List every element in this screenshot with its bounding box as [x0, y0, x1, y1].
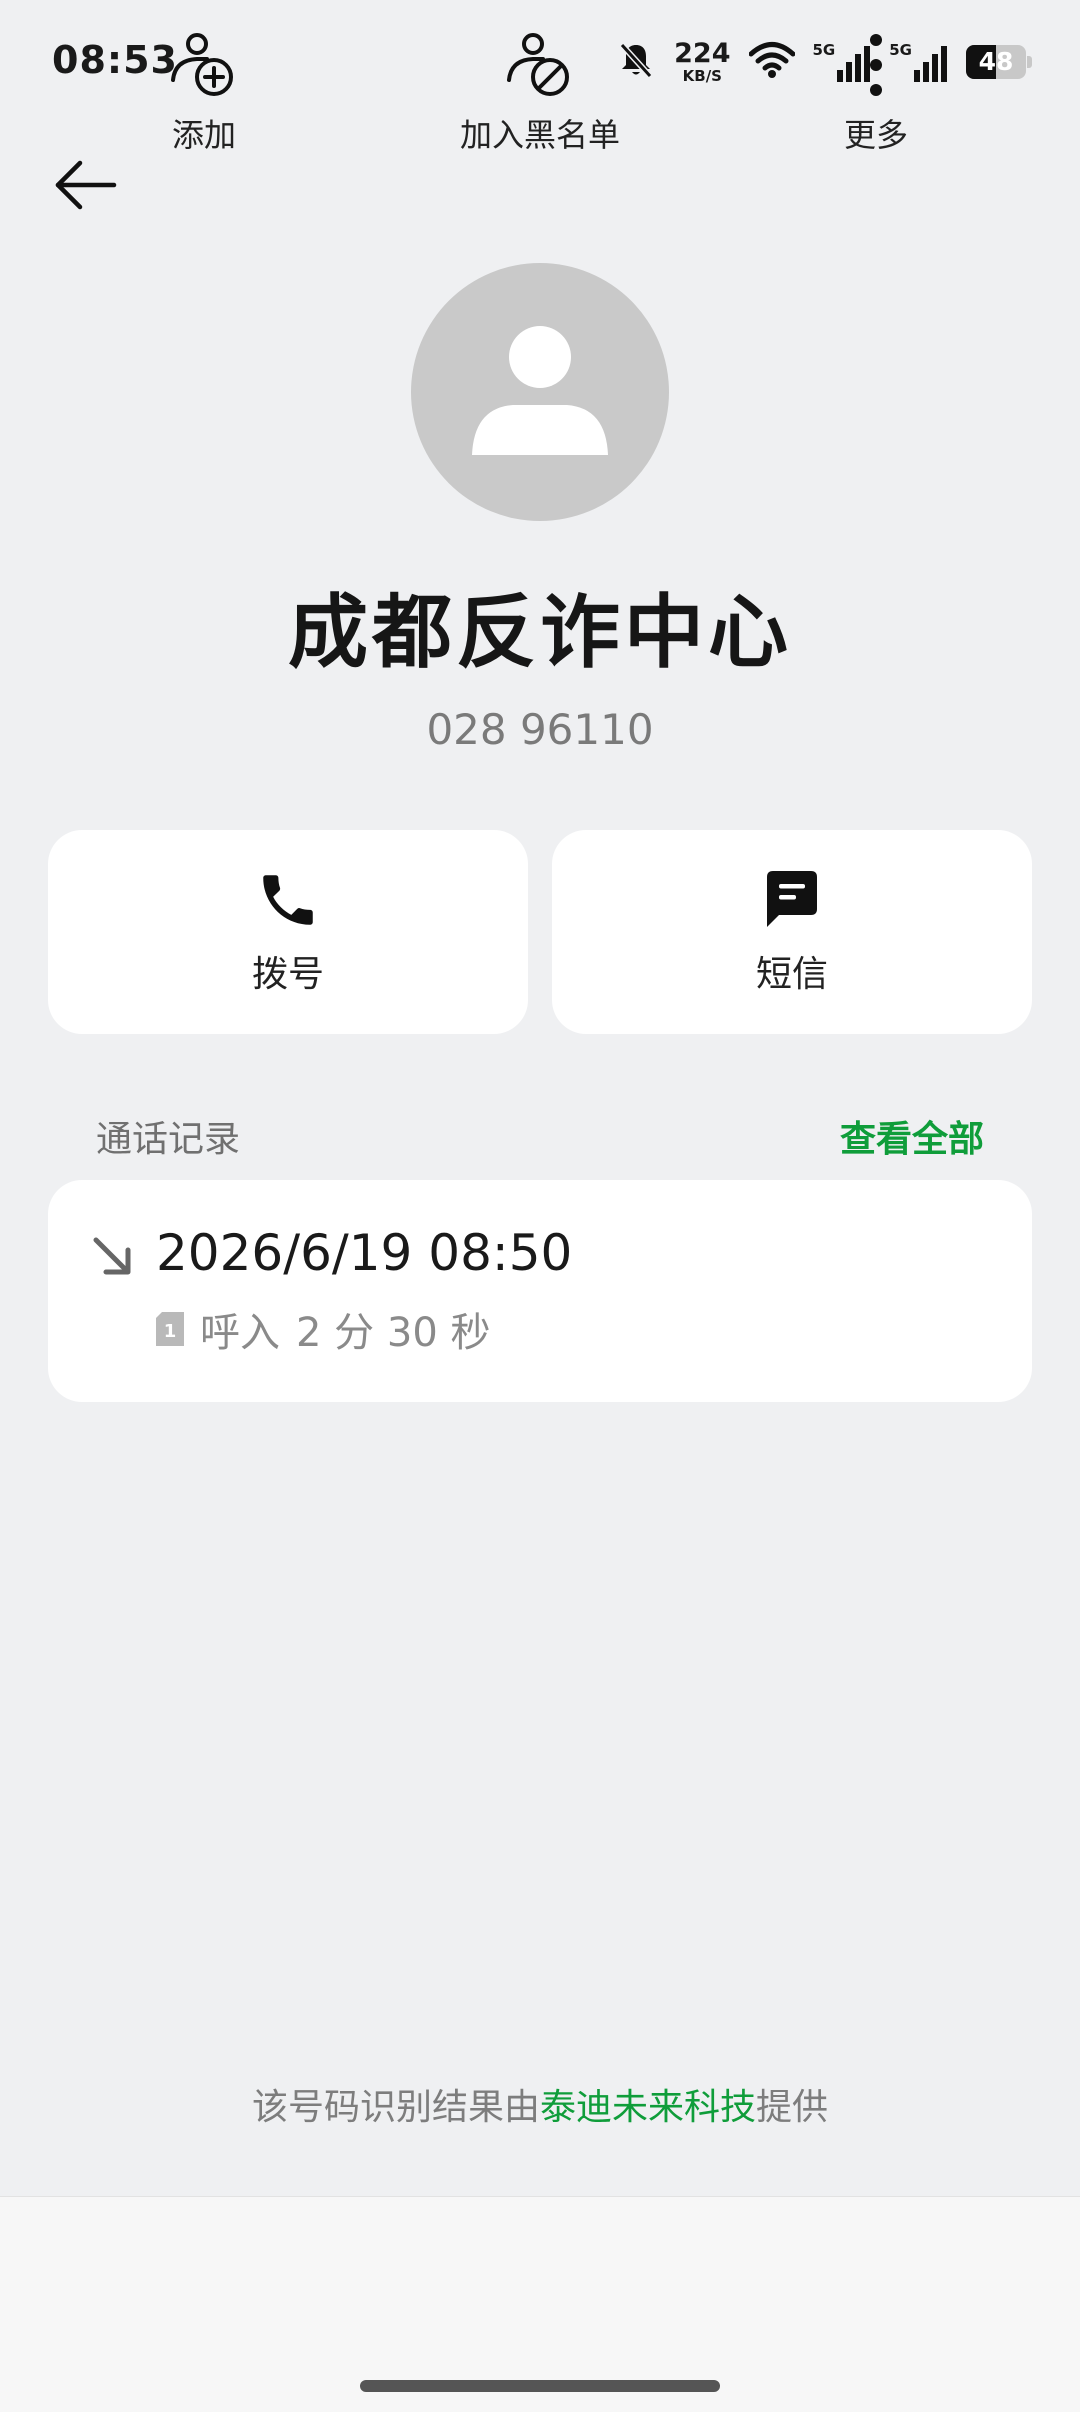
- back-arrow-icon: [55, 160, 117, 210]
- more-label: 更多: [843, 116, 908, 154]
- view-all-link[interactable]: 查看全部: [840, 1110, 984, 1162]
- add-label: 添加: [171, 116, 236, 154]
- more-button[interactable]: 更多: [746, 30, 1006, 156]
- call-duration: 2 分 30 秒: [296, 1310, 491, 1356]
- call-log-header: 通话记录 查看全部: [96, 1110, 984, 1160]
- call-type: 呼入: [200, 1310, 280, 1356]
- provider-suffix: 提供: [756, 2087, 829, 2128]
- sim-card-icon: 1: [156, 1312, 184, 1346]
- call-log-detail: 1 呼入 2 分 30 秒: [156, 1300, 491, 1358]
- block-person-icon: [505, 30, 575, 100]
- dial-button[interactable]: 拨号: [48, 830, 528, 1034]
- block-label: 加入黑名单: [459, 116, 620, 154]
- call-log-time: 2026/6/19 08:50: [156, 1224, 573, 1282]
- dial-label: 拨号: [251, 954, 324, 995]
- add-contact-button[interactable]: 添加: [74, 30, 334, 156]
- sim-number: 1: [164, 1321, 177, 1342]
- speed-value: 224: [674, 38, 731, 69]
- provider-prefix: 该号码识别结果由: [251, 2087, 540, 2128]
- provider-note: 该号码识别结果由泰迪未来科技提供: [0, 2078, 1080, 2130]
- avatar: [411, 263, 669, 521]
- contact-name: 成都反诈中心: [288, 586, 792, 679]
- speed-unit: KB/S: [682, 67, 722, 85]
- phone-number[interactable]: 028 96110: [0, 705, 1080, 754]
- sms-button[interactable]: 短信: [552, 830, 1032, 1034]
- back-button[interactable]: [40, 145, 130, 225]
- phone-icon: [255, 867, 321, 933]
- more-vertical-icon: [841, 30, 911, 100]
- call-log-entry[interactable]: 2026/6/19 08:50 1 呼入 2 分 30 秒: [48, 1180, 1032, 1402]
- add-person-icon: [169, 30, 239, 100]
- call-log-title: 通话记录: [96, 1119, 241, 1160]
- person-icon: [472, 326, 608, 455]
- incoming-call-arrow-icon: [93, 1237, 131, 1275]
- home-indicator[interactable]: [360, 2380, 720, 2392]
- sms-label: 短信: [755, 954, 828, 995]
- provider-link[interactable]: 泰迪未来科技: [540, 2087, 756, 2128]
- message-icon: [759, 867, 825, 933]
- network-speed: 224 KB/S: [674, 40, 730, 84]
- contact-detail-screen: 08:53 224 KB/S 5G 5G 48 成都反诈中心 028 96110…: [0, 0, 1080, 2412]
- block-contact-button[interactable]: 加入黑名单: [410, 30, 670, 156]
